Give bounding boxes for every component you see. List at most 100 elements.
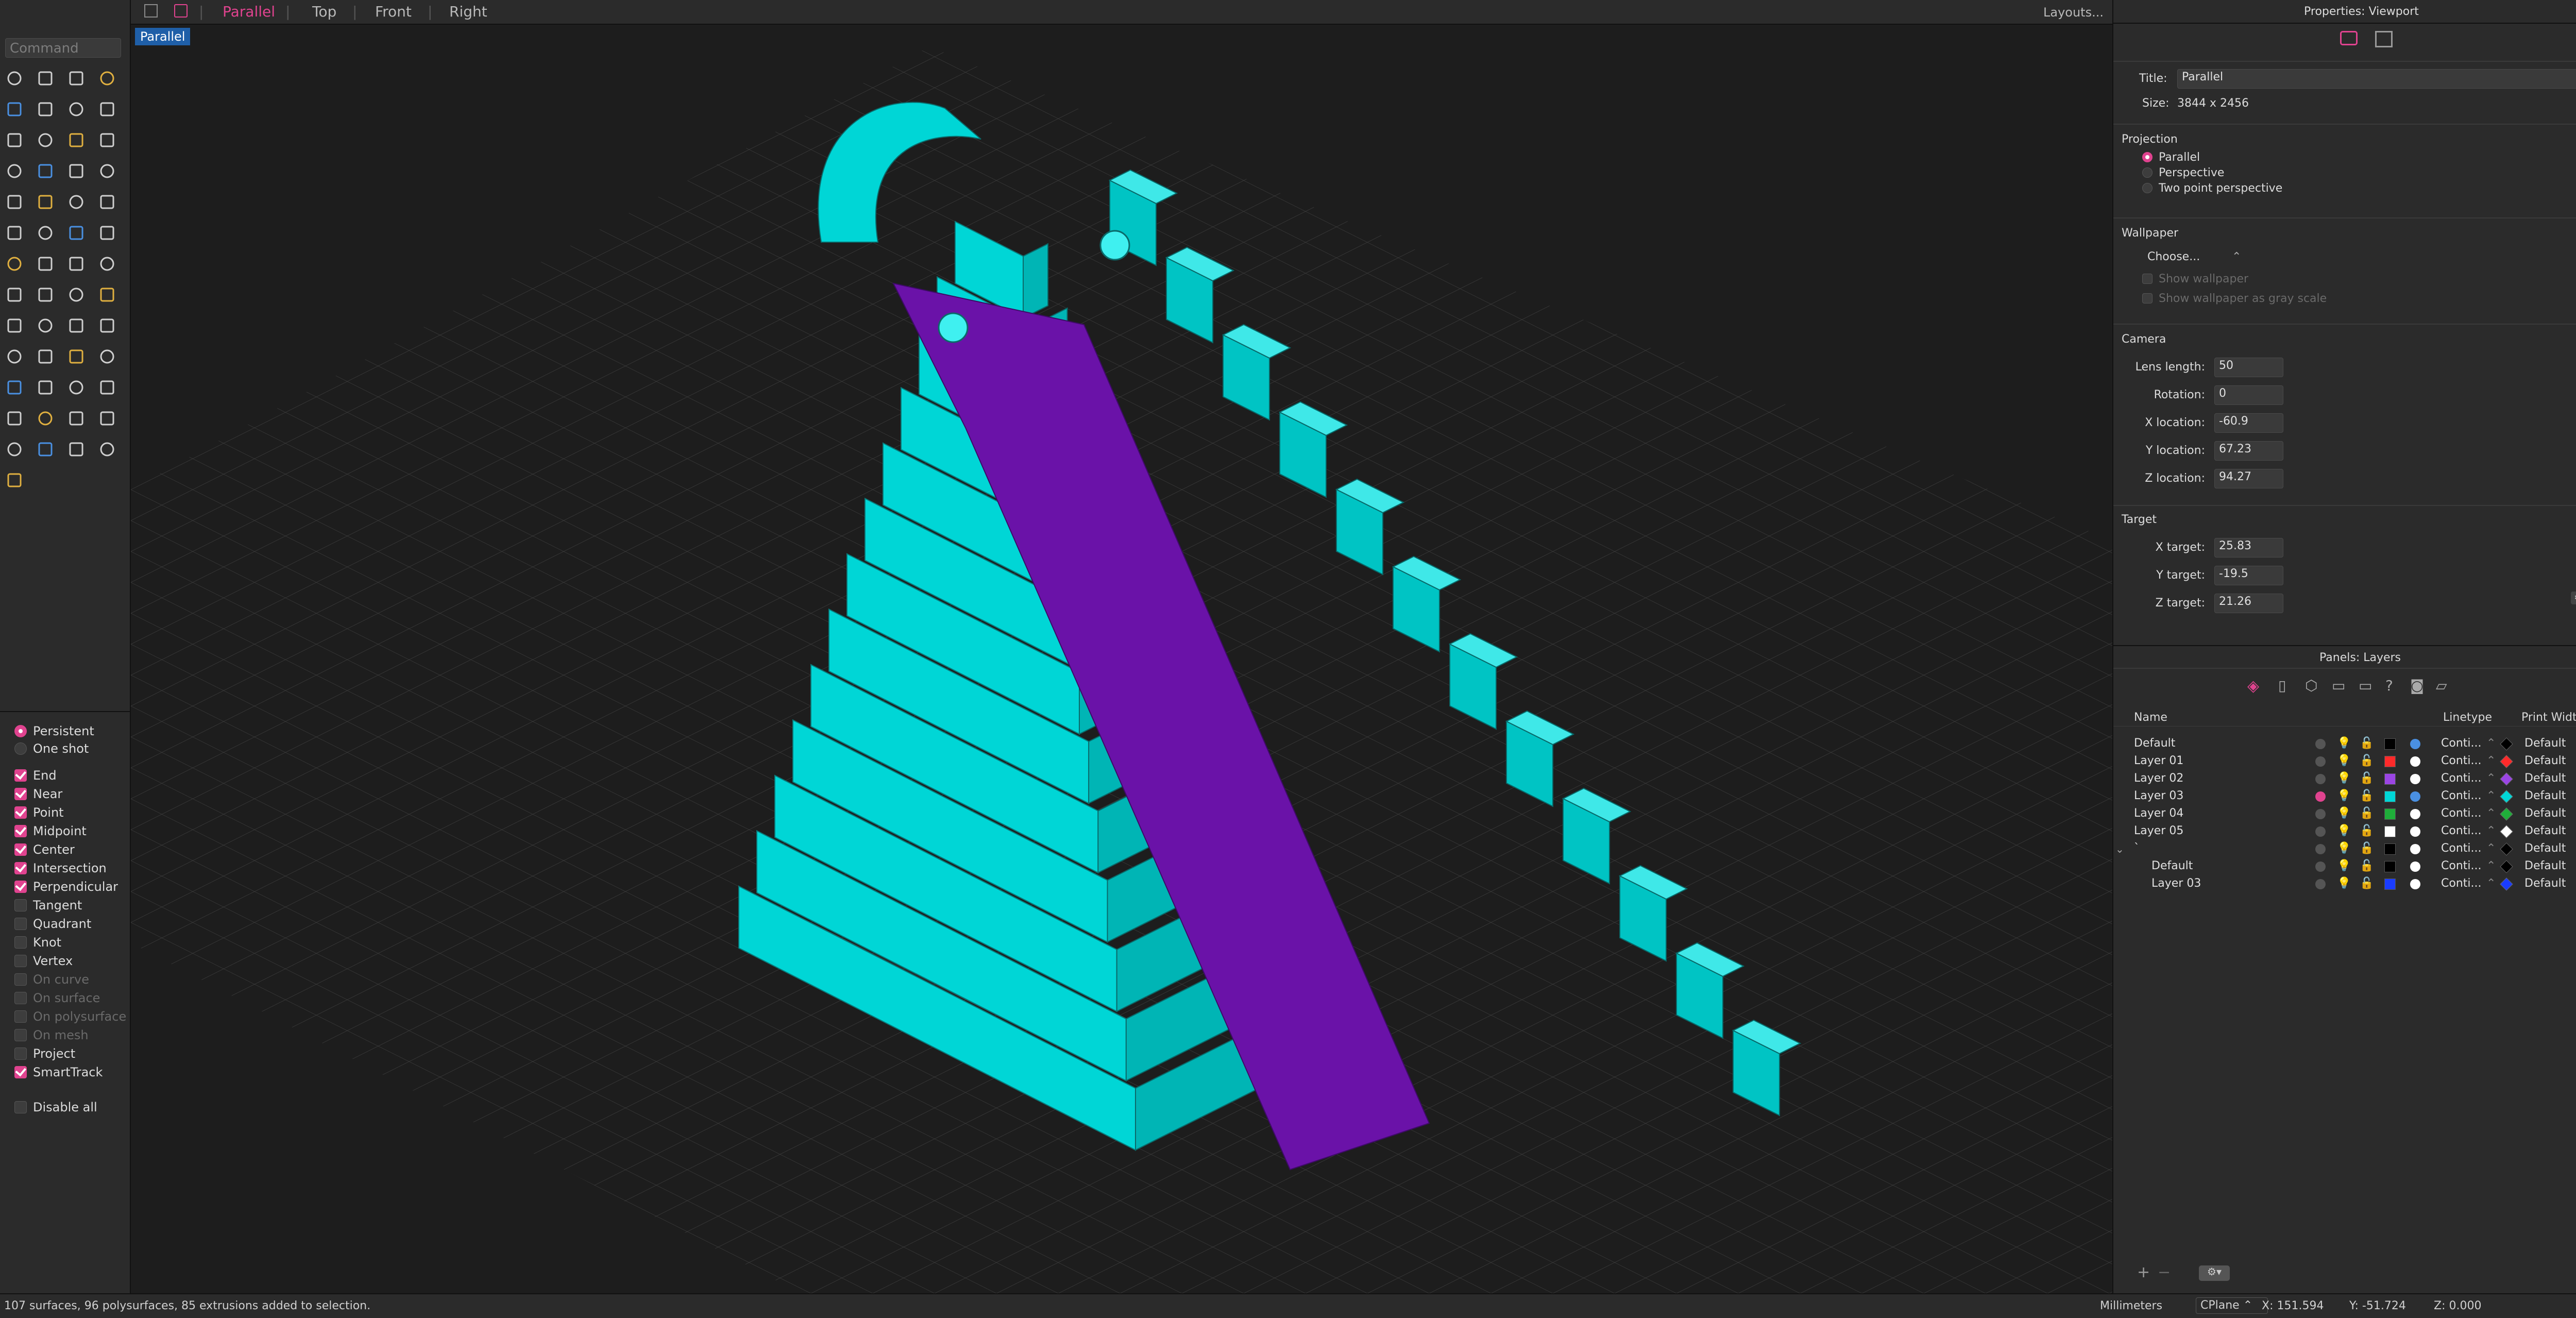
layer-color-swatch[interactable] [2384, 791, 2396, 802]
units-label[interactable]: Millimeters [2100, 1299, 2162, 1312]
osnap-on-mesh[interactable]: On mesh [14, 1026, 89, 1044]
lock-icon[interactable]: 🔓 [2360, 824, 2374, 837]
layer-color-swatch[interactable] [2384, 826, 2396, 837]
layer-row[interactable]: Default💡🔓Conti...⌃Default⌃ [2113, 735, 2576, 752]
layer-color-swatch[interactable] [2384, 861, 2396, 872]
zoom-extents-icon[interactable] [65, 345, 88, 368]
material-dot[interactable] [2410, 809, 2420, 819]
layer-color-swatch[interactable] [2384, 738, 2396, 750]
camera-field[interactable]: 50 [2214, 358, 2283, 377]
bulb-icon[interactable]: 💡 [2337, 737, 2351, 750]
tab-front[interactable]: Front [375, 3, 412, 20]
render-icon[interactable] [65, 407, 88, 430]
osnap-vertex[interactable]: Vertex [14, 952, 73, 970]
osnap-checkbox[interactable] [14, 992, 27, 1004]
zoom-icon[interactable] [3, 345, 26, 368]
osnap-knot[interactable]: Knot [14, 934, 61, 951]
current-layer-dot[interactable] [2315, 756, 2326, 767]
copy-icon[interactable] [65, 283, 88, 306]
loft-icon[interactable] [65, 222, 88, 244]
osnap-checkbox[interactable] [14, 769, 27, 782]
print-color-icon[interactable] [2500, 860, 2513, 873]
osnap-near[interactable]: Near [14, 785, 62, 803]
print-color-icon[interactable] [2500, 790, 2513, 803]
cplane-select[interactable]: CPlane ⌃ [2196, 1297, 2268, 1314]
split-icon[interactable] [65, 191, 88, 213]
material-dot[interactable] [2410, 879, 2420, 889]
osnap-quadrant[interactable]: Quadrant [14, 915, 91, 933]
current-layer-dot[interactable] [2315, 739, 2326, 749]
print-color-icon[interactable] [2500, 877, 2513, 891]
camera-field[interactable]: 0 [2214, 385, 2283, 405]
tab-parallel[interactable]: Parallel [223, 3, 275, 20]
current-layer-dot[interactable] [2315, 774, 2326, 784]
osnap-checkbox[interactable] [14, 825, 27, 837]
layers-icon[interactable]: ◈ [2247, 677, 2263, 695]
offset-icon[interactable] [34, 191, 57, 213]
check-icon[interactable] [34, 314, 57, 337]
osnap-intersection[interactable]: Intersection [14, 859, 107, 877]
rectangle-icon[interactable] [96, 67, 118, 90]
material-dot[interactable] [2410, 861, 2420, 872]
single-view-icon[interactable] [174, 4, 188, 18]
layer-row[interactable]: Layer 03💡🔓Conti...⌃Default⌃ [2113, 787, 2576, 805]
osnap-end[interactable]: End [14, 767, 57, 784]
print-color-icon[interactable] [2500, 825, 2513, 838]
cplane-icon[interactable] [3, 469, 26, 492]
print-color-icon[interactable] [2500, 842, 2513, 856]
persistent-radio[interactable] [14, 725, 27, 737]
material-dot[interactable] [2410, 756, 2420, 767]
osnap-checkbox[interactable] [14, 899, 27, 911]
expand-icon[interactable]: ⌄ [2115, 843, 2124, 855]
target-field[interactable]: -19.5 [2214, 566, 2283, 585]
viewport-icon[interactable] [2375, 31, 2393, 47]
osnap-center[interactable]: Center [14, 841, 75, 858]
revolve-icon[interactable] [96, 222, 118, 244]
bulb-icon[interactable]: 💡 [2337, 877, 2351, 890]
polysurface-icon[interactable] [3, 314, 26, 337]
camera-field[interactable]: 67.23 [2214, 441, 2283, 461]
projection-radio[interactable] [2142, 167, 2153, 178]
grid-layout-icon[interactable] [144, 4, 158, 18]
model-canvas[interactable] [131, 26, 2112, 1293]
target-field[interactable]: 21.26 [2214, 594, 2283, 613]
orbit-icon[interactable] [65, 438, 88, 461]
camera-field[interactable]: -60.9 [2214, 413, 2283, 433]
mirror-icon[interactable] [3, 283, 26, 306]
layer-color-swatch[interactable] [2384, 756, 2396, 767]
osnap-checkbox[interactable] [14, 936, 27, 949]
light-icon[interactable] [3, 407, 26, 430]
lock-icon[interactable]: 🔓 [2360, 789, 2374, 802]
lock-icon[interactable]: 🔓 [2360, 754, 2374, 767]
scale-icon[interactable] [96, 283, 118, 306]
target-field[interactable]: 25.83 [2214, 538, 2283, 557]
layer-color-swatch[interactable] [2384, 843, 2396, 855]
document-icon[interactable]: ▯ [2278, 677, 2286, 694]
curve-tools-icon[interactable] [34, 376, 57, 399]
bulb-icon[interactable]: 💡 [2337, 824, 2351, 837]
osnap-checkbox[interactable] [14, 1066, 27, 1078]
command-input[interactable]: Command [5, 38, 121, 58]
lock-icon[interactable]: 🔓 [2360, 772, 2374, 785]
lock-icon[interactable] [34, 407, 57, 430]
sphere-marker[interactable] [938, 312, 969, 343]
sphere-view-icon[interactable] [3, 438, 26, 461]
sphere-marker[interactable] [1099, 230, 1130, 261]
help-icon[interactable]: ? [2385, 677, 2393, 694]
history-icon[interactable] [96, 314, 118, 337]
osnap-project[interactable]: Project [14, 1045, 75, 1062]
osnap-oneshot[interactable]: One shot [14, 740, 89, 757]
box-icon[interactable] [3, 160, 26, 182]
camera-icon[interactable] [2340, 31, 2358, 45]
disable-all-checkbox[interactable] [14, 1101, 27, 1113]
osnap-checkbox[interactable] [14, 1047, 27, 1060]
ellipse-icon[interactable] [96, 98, 118, 121]
osnap-checkbox[interactable] [14, 918, 27, 930]
bulb-icon[interactable]: 💡 [2337, 842, 2351, 855]
named-view-icon[interactable]: ◙ [2410, 677, 2424, 694]
tab-top[interactable]: Top [312, 3, 336, 20]
align-icon[interactable] [96, 252, 118, 275]
print-color-icon[interactable] [2500, 755, 2513, 768]
material-dot[interactable] [2410, 791, 2420, 802]
layer-options-button[interactable]: ⚙▾ [2199, 1265, 2230, 1281]
